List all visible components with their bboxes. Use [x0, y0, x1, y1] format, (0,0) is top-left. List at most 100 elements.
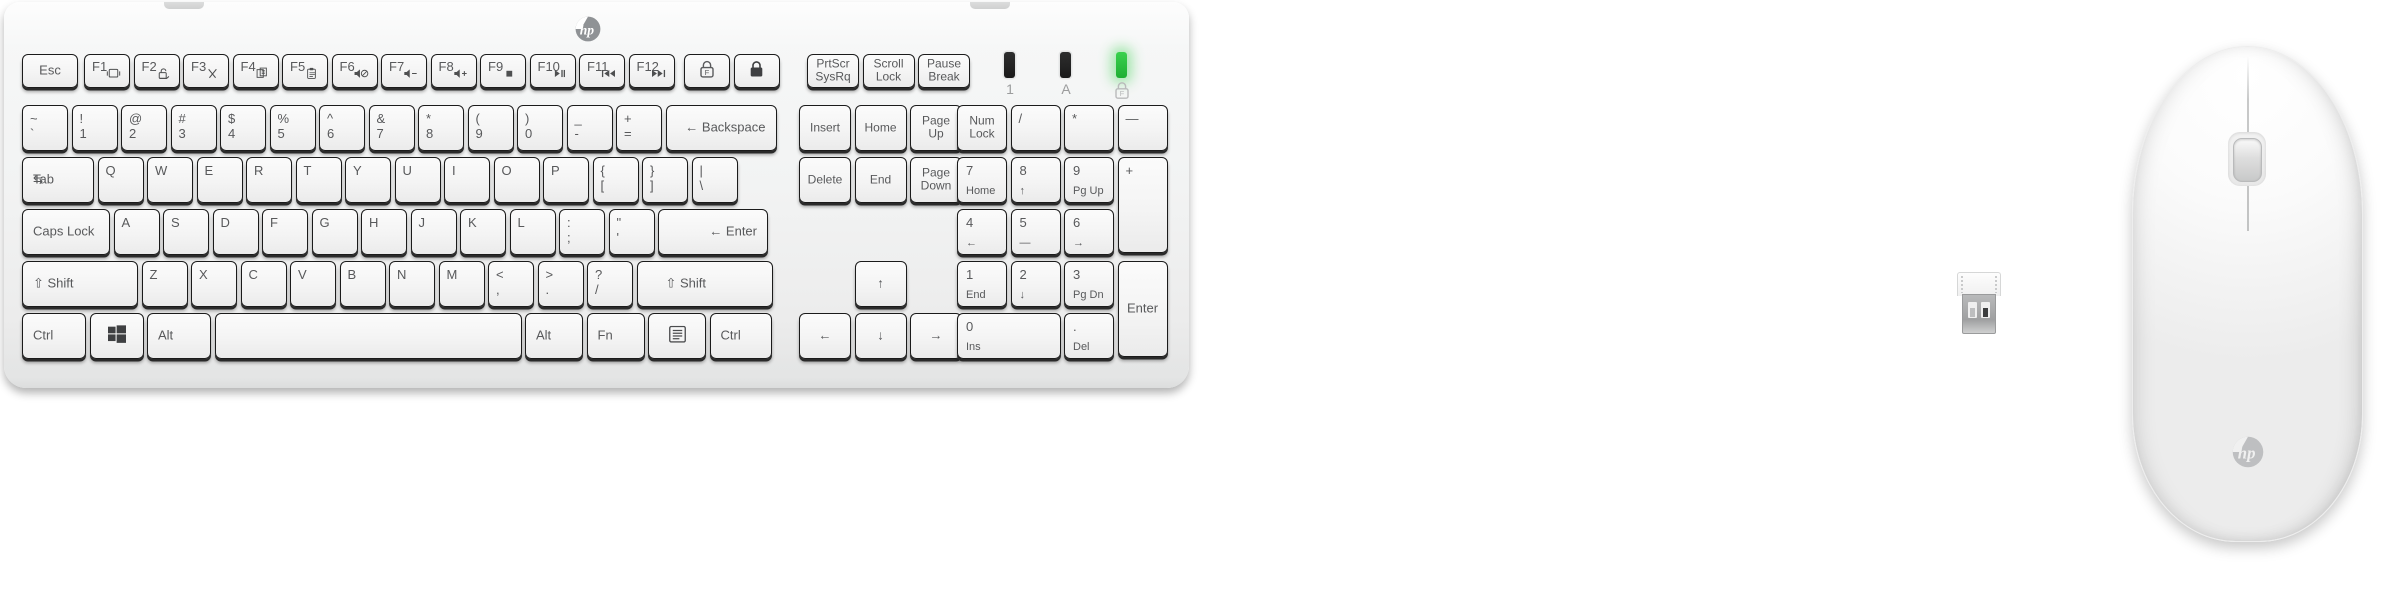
key-f12[interactable]: F12	[628, 54, 675, 88]
key-f[interactable]: F	[262, 209, 308, 255]
key-3[interactable]: # 3	[170, 105, 217, 151]
key-q[interactable]: Q	[97, 157, 144, 203]
key-numpad-del[interactable]: . Del	[1064, 313, 1114, 359]
key-shift-right[interactable]: ⇧ Shift	[636, 261, 773, 307]
key-f4[interactable]: F4	[232, 54, 279, 88]
key-h[interactable]: H	[361, 209, 407, 255]
key-c[interactable]: C	[240, 261, 287, 307]
key-page-down[interactable]: Page Down	[910, 157, 962, 203]
key-f7[interactable]: F7	[381, 54, 427, 88]
key-numpad-key[interactable]: /	[1010, 105, 1061, 151]
key-z[interactable]: Z	[141, 261, 188, 307]
key-ctrl-right[interactable]: Ctrl	[709, 313, 772, 359]
key-scroll-lock[interactable]: Scroll Lock	[862, 54, 915, 88]
key-key[interactable]: | \	[691, 157, 738, 203]
key-w[interactable]: W	[147, 157, 193, 203]
key-f6[interactable]: F6	[331, 54, 378, 88]
key-4[interactable]: $ 4	[220, 105, 266, 151]
key-l[interactable]: L	[509, 209, 556, 255]
key-v[interactable]: V	[290, 261, 336, 307]
key-s[interactable]: S	[163, 209, 209, 255]
key-arrow-left[interactable]: ←	[799, 313, 851, 359]
key-numpad-key[interactable]: *	[1064, 105, 1114, 151]
key-ctrl-left[interactable]: Ctrl	[22, 313, 86, 359]
key-f5[interactable]: F5	[282, 54, 328, 88]
key-9[interactable]: ( 9	[467, 105, 514, 151]
key-0[interactable]: ) 0	[517, 105, 563, 151]
key-delete[interactable]: Delete	[799, 157, 851, 203]
key-alt-right[interactable]: Alt	[525, 313, 583, 359]
key-key[interactable]: < ,	[488, 261, 534, 307]
key-key[interactable]: > .	[537, 261, 584, 307]
key-page-up[interactable]: Page Up	[910, 105, 962, 151]
key-key[interactable]: _ -	[566, 105, 613, 151]
key-k[interactable]: K	[460, 209, 506, 255]
key-caps-lock[interactable]: Caps Lock	[22, 209, 110, 255]
key-key[interactable]: : ;	[559, 209, 605, 255]
key-key[interactable]: " '	[608, 209, 655, 255]
key-y[interactable]: Y	[345, 157, 391, 203]
key-tab[interactable]: Tab ⇆	[22, 157, 94, 203]
key-u[interactable]: U	[394, 157, 441, 203]
key-r[interactable]: R	[246, 157, 292, 203]
key-windows[interactable]	[89, 313, 144, 359]
key-numpad-4[interactable]: 4 ←	[957, 209, 1007, 255]
key-j[interactable]: J	[410, 209, 457, 255]
key-prtscr-sysrq[interactable]: PrtScr SysRq	[807, 54, 859, 88]
key-numpad-5[interactable]: 5—	[1010, 209, 1061, 255]
key-f9[interactable]: F9	[480, 54, 526, 88]
key-numpad-6[interactable]: 6 →	[1064, 209, 1114, 255]
key-e[interactable]: E	[196, 157, 243, 203]
key-f1[interactable]: F1	[84, 54, 130, 88]
key-f11[interactable]: F11	[579, 54, 625, 88]
key-numpad-0-ins[interactable]: 0 Ins	[957, 313, 1061, 359]
key-key[interactable]: } ]	[642, 157, 688, 203]
key-numpad-9-pg-up[interactable]: 9 Pg Up	[1064, 157, 1114, 203]
key-numpad-plus[interactable]: +	[1117, 157, 1168, 253]
key-f10[interactable]: F10	[529, 54, 576, 88]
key-shift-left[interactable]: ⇧ Shift	[22, 261, 138, 307]
key-f2[interactable]: F2	[133, 54, 180, 88]
key-numpad-key[interactable]: —	[1117, 105, 1168, 151]
key-f3[interactable]: F3	[183, 54, 229, 88]
key-d[interactable]: D	[212, 209, 259, 255]
key-numpad-enter[interactable]: Enter	[1117, 261, 1168, 357]
key-8[interactable]: * 8	[418, 105, 464, 151]
key-n[interactable]: N	[389, 261, 435, 307]
key-numpad-8[interactable]: 8 ↑	[1010, 157, 1061, 203]
key-home[interactable]: Home	[854, 105, 907, 151]
key-alt-left[interactable]: Alt	[147, 313, 211, 359]
key-m[interactable]: M	[438, 261, 485, 307]
key-pause-break[interactable]: Pause Break	[918, 54, 970, 88]
key-7[interactable]: & 7	[368, 105, 415, 151]
key-x[interactable]: X	[191, 261, 237, 307]
key-numpad-7-home[interactable]: 7 Home	[957, 157, 1007, 203]
key-arrow-right[interactable]: →	[910, 313, 962, 359]
key-i[interactable]: I	[444, 157, 490, 203]
key-numpad-2[interactable]: 2 ↓	[1010, 261, 1061, 307]
key-lock[interactable]	[733, 54, 780, 88]
key-key[interactable]: ? /	[587, 261, 633, 307]
key-1[interactable]: ! 1	[71, 105, 118, 151]
key-numpad-num-lock[interactable]: Num Lock	[957, 105, 1007, 151]
key-backspace[interactable]: ← Backspace	[665, 105, 777, 151]
key-enter[interactable]: ← Enter	[658, 209, 768, 255]
key-2[interactable]: @ 2	[121, 105, 167, 151]
key-g[interactable]: G	[311, 209, 358, 255]
key-arrow-up[interactable]: ↑	[854, 261, 907, 307]
key-o[interactable]: O	[493, 157, 540, 203]
key-p[interactable]: P	[543, 157, 589, 203]
key-menu[interactable]	[648, 313, 706, 359]
key-t[interactable]: T	[295, 157, 342, 203]
key-fn[interactable]: Fn	[586, 313, 645, 359]
key-arrow-down[interactable]: ↓	[854, 313, 907, 359]
key-key[interactable]: ~ `	[22, 105, 68, 151]
key-esc[interactable]: Esc	[22, 54, 78, 88]
key-key[interactable]: { [	[592, 157, 639, 203]
key-space[interactable]	[214, 313, 522, 359]
key-insert[interactable]: Insert	[799, 105, 851, 151]
key-fn-lock[interactable]: F	[684, 54, 730, 88]
key-5[interactable]: % 5	[269, 105, 316, 151]
key-key[interactable]: + =	[616, 105, 662, 151]
key-6[interactable]: ^ 6	[319, 105, 365, 151]
